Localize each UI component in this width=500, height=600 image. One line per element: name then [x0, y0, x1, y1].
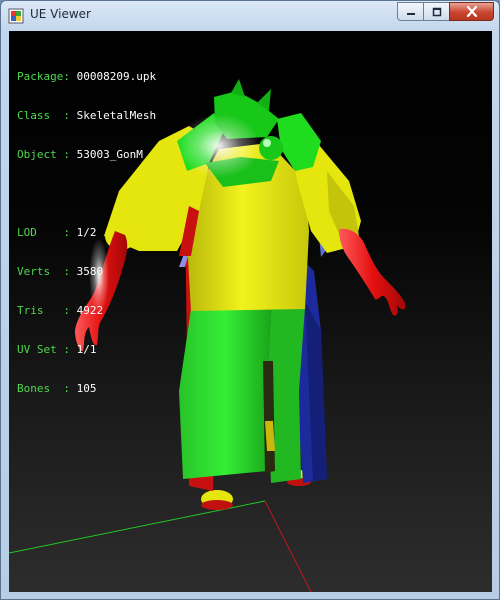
info-row-lod: LOD : 1/2 — [17, 226, 156, 239]
info-value: 4922 — [76, 304, 104, 317]
mesh-info-panel: Package: 00008209.upk Class : SkeletalMe… — [17, 44, 156, 421]
left-foot-sole — [201, 500, 233, 510]
close-button[interactable] — [449, 2, 494, 21]
info-label: Object : — [17, 148, 77, 161]
info-row-tris: Tris : 4922 — [17, 304, 156, 317]
shoulder-glow — [177, 114, 261, 178]
maximize-icon — [432, 7, 441, 16]
info-label: Class : — [17, 109, 77, 122]
minimize-button[interactable] — [397, 2, 423, 21]
info-value: SkeletalMesh — [76, 109, 157, 122]
info-row-object: Object : 53003_GonM — [17, 148, 156, 161]
brooch — [259, 136, 283, 160]
info-label: Bones : — [17, 382, 77, 395]
info-label: UV Set : — [17, 343, 77, 356]
info-row-verts: Verts : 3580 — [17, 265, 156, 278]
info-value: 3580 — [76, 265, 104, 278]
info-label: Package: — [17, 70, 77, 83]
app-window: UE Viewer Package: 00008209.upk Class: … — [0, 0, 500, 600]
info-row-class: Class : SkeletalMesh — [17, 109, 156, 122]
app-icon — [8, 8, 24, 24]
robe-green-left — [179, 307, 271, 479]
minimize-icon — [406, 12, 415, 15]
info-label: LOD : — [17, 226, 77, 239]
right-arm — [339, 228, 406, 316]
info-value: 1/1 — [76, 343, 97, 356]
window-controls — [397, 2, 494, 21]
info-value: 00008209.upk — [76, 70, 157, 83]
info-row-uvset: UV Set : 1/1 — [17, 343, 156, 356]
3d-viewport[interactable]: Package: 00008209.upk Class : SkeletalMe… — [9, 31, 492, 592]
robe-inner-shadow — [263, 361, 275, 473]
axis-red-line — [264, 500, 312, 592]
close-icon — [466, 6, 477, 17]
info-row-bones: Bones : 105 — [17, 382, 156, 395]
info-value: 105 — [76, 382, 97, 395]
maximize-button[interactable] — [423, 2, 449, 21]
info-row-package: Package: 00008209.upk — [17, 70, 156, 83]
window-title: UE Viewer — [30, 7, 91, 21]
info-value: 1/2 — [76, 226, 97, 239]
info-value: 53003_GonM — [76, 148, 143, 161]
info-label: Tris : — [17, 304, 77, 317]
brooch-highlight — [263, 139, 271, 147]
info-label: Verts : — [17, 265, 77, 278]
title-bar[interactable]: UE Viewer — [1, 1, 499, 31]
